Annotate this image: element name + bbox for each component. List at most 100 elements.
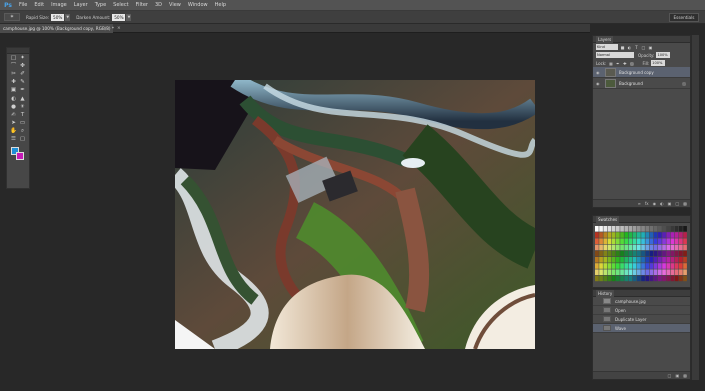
swatch[interactable]	[649, 226, 654, 232]
swatch[interactable]	[662, 226, 666, 232]
blend-mode-select[interactable]: Normal	[596, 52, 634, 58]
tool-icon[interactable]: ✎	[19, 79, 26, 85]
swatch[interactable]	[637, 238, 641, 244]
swatch[interactable]	[666, 238, 671, 244]
swatch[interactable]	[679, 275, 683, 282]
swatch[interactable]	[641, 250, 645, 257]
swatch[interactable]	[666, 232, 671, 238]
swatch[interactable]	[645, 250, 650, 257]
swatch[interactable]	[632, 263, 637, 269]
swatch[interactable]	[670, 275, 675, 282]
opacity-field[interactable]: 100%	[656, 52, 671, 58]
swatch[interactable]	[641, 275, 645, 282]
history-step[interactable]: Duplicate Layer	[593, 315, 690, 324]
link-icon[interactable]: ∞	[638, 201, 641, 206]
swatch[interactable]	[683, 250, 687, 257]
swatch[interactable]	[628, 257, 633, 263]
swatch[interactable]	[653, 244, 658, 251]
menu-window[interactable]: Window	[188, 2, 208, 8]
swatch[interactable]	[649, 238, 654, 244]
swatch[interactable]	[674, 269, 679, 275]
history-tab[interactable]: History	[593, 289, 690, 297]
swatch[interactable]	[649, 232, 654, 238]
tool-icon[interactable]: ◐	[10, 96, 17, 102]
history-step[interactable]: Open	[593, 306, 690, 315]
menu-type[interactable]: Type	[95, 2, 106, 8]
new-layer-icon[interactable]: □	[675, 201, 679, 206]
swatch[interactable]	[599, 263, 603, 269]
swatch[interactable]	[637, 269, 641, 275]
swatch[interactable]	[611, 263, 616, 269]
tool-icon[interactable]: ✂	[10, 71, 17, 77]
swatch[interactable]	[662, 250, 666, 257]
swatch[interactable]	[620, 257, 624, 263]
swatch[interactable]	[679, 238, 683, 244]
swatch[interactable]	[611, 250, 616, 257]
swatch[interactable]	[670, 263, 675, 269]
swatch[interactable]	[620, 226, 624, 232]
swatch[interactable]	[683, 238, 687, 244]
swatch[interactable]	[662, 244, 666, 251]
tool-icon[interactable]: ✐	[19, 71, 26, 77]
tool-icon[interactable]: ✚	[10, 79, 17, 85]
swatch[interactable]	[603, 226, 608, 232]
swatch[interactable]	[645, 244, 650, 251]
swatch[interactable]	[599, 269, 603, 275]
eye-icon[interactable]: ◉	[596, 81, 602, 86]
swatch[interactable]	[679, 232, 683, 238]
swatch[interactable]	[662, 275, 666, 282]
swatch[interactable]	[649, 244, 654, 251]
swatch[interactable]	[674, 263, 679, 269]
swatch[interactable]	[603, 257, 608, 263]
swatch[interactable]	[607, 263, 612, 269]
close-icon[interactable]: ×	[117, 26, 121, 31]
swatch[interactable]	[653, 238, 658, 244]
swatch[interactable]	[674, 226, 679, 232]
tool-icon[interactable]: ●	[10, 104, 17, 110]
swatch[interactable]	[632, 238, 637, 244]
background-color[interactable]	[16, 152, 24, 161]
layer-row-background-copy[interactable]: ◉ Background copy	[593, 67, 690, 78]
swatch[interactable]	[641, 238, 645, 244]
swatch[interactable]	[637, 244, 641, 251]
swatch[interactable]	[674, 275, 679, 282]
tool-icon[interactable]: ▢	[19, 136, 26, 142]
swatch[interactable]	[649, 257, 654, 263]
swatch[interactable]	[674, 238, 679, 244]
swatch[interactable]	[645, 226, 650, 232]
swatch[interactable]	[607, 238, 612, 244]
lock-all-icon[interactable]: ▨	[629, 61, 634, 66]
new-document-icon[interactable]: □	[668, 373, 672, 378]
swatch[interactable]	[611, 238, 616, 244]
swatch[interactable]	[645, 232, 650, 238]
lock-transparent-icon[interactable]: ▦	[608, 61, 613, 66]
swatch[interactable]	[641, 263, 645, 269]
swatch[interactable]	[683, 269, 687, 275]
swatch[interactable]	[670, 232, 675, 238]
swatch[interactable]	[649, 250, 654, 257]
panel-dock-strip[interactable]	[691, 35, 699, 380]
swatch[interactable]	[666, 275, 671, 282]
swatch[interactable]	[658, 238, 662, 244]
swatch[interactable]	[674, 257, 679, 263]
swatch[interactable]	[595, 232, 599, 238]
swatch[interactable]	[632, 257, 637, 263]
swatch[interactable]	[683, 226, 687, 232]
swatch[interactable]	[628, 250, 633, 257]
trash-icon[interactable]: ▩	[683, 373, 687, 378]
folder-icon[interactable]: ▣	[668, 201, 672, 206]
swatch[interactable]	[679, 269, 683, 275]
swatch[interactable]	[641, 226, 645, 232]
swatch[interactable]	[653, 226, 658, 232]
tool-preset-picker[interactable]: ✶	[4, 13, 20, 21]
swatch[interactable]	[595, 226, 599, 232]
tool-icon[interactable]: □	[10, 55, 17, 61]
swatch[interactable]	[670, 226, 675, 232]
swatch[interactable]	[637, 226, 641, 232]
swatch[interactable]	[670, 257, 675, 263]
swatch[interactable]	[666, 226, 671, 232]
menu-3d[interactable]: 3D	[155, 2, 162, 8]
tool-icon[interactable]: T	[19, 112, 26, 118]
swatch[interactable]	[599, 257, 603, 263]
swatch[interactable]	[599, 238, 603, 244]
